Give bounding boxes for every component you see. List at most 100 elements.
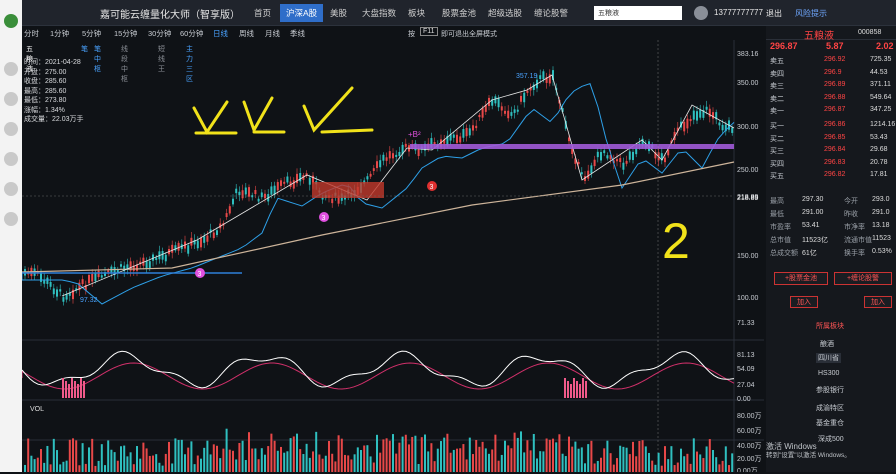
candle-body — [686, 118, 689, 129]
volume-bar — [366, 445, 369, 472]
volume-bar — [564, 456, 567, 472]
kline-chart[interactable]: 383.16 350.00 300.00 250.00 218.89 150.00 100.… — [21, 40, 764, 474]
search-input[interactable]: 五粮液 — [594, 6, 682, 20]
candle-body — [379, 160, 382, 168]
volume-bar — [251, 448, 254, 472]
windows-watermark: 激活 Windows 转到"设置"以激活 Windows。 — [766, 442, 851, 460]
period-tab[interactable]: 分时 — [24, 28, 39, 39]
period-tab[interactable]: 30分钟 — [148, 28, 171, 39]
period-tab[interactable]: 季线 — [290, 28, 305, 39]
candle-body — [513, 109, 516, 113]
period-tab[interactable]: 月线 — [265, 28, 280, 39]
candle-body — [398, 151, 401, 157]
candle-body — [721, 124, 724, 131]
orderbook-level: 卖三 — [770, 83, 784, 91]
volume-bar — [328, 440, 330, 472]
volume-bar — [558, 434, 561, 472]
volume-bar — [641, 440, 644, 472]
period-tab[interactable]: 日线 — [213, 28, 228, 39]
nav-a-shares[interactable]: 沪深A股 — [280, 4, 324, 22]
sector-item[interactable]: 参股银行 — [816, 385, 844, 395]
volume-bar — [596, 460, 599, 472]
volume-bar — [580, 447, 583, 472]
period-tab[interactable]: 60分钟 — [180, 28, 203, 39]
add-alert-label: +缠论股警 — [834, 272, 892, 285]
volume-bar — [513, 432, 516, 472]
nav-sectors[interactable]: 板块 — [408, 7, 425, 19]
indicator-segment-center[interactable]: 线段中枢 — [121, 44, 128, 84]
nav-index[interactable]: 大盘指数 — [362, 7, 396, 19]
volume-bar — [78, 465, 81, 472]
sidebar-icon[interactable] — [4, 212, 18, 226]
sidebar-icon[interactable] — [4, 122, 18, 136]
orderbook-volume: 725.35 — [870, 56, 892, 63]
signal-marker-label: 3 — [322, 215, 326, 222]
candle-body — [174, 245, 177, 251]
indicator-bi-center[interactable]: 笔中枢 — [94, 44, 101, 74]
app-logo-icon[interactable] — [4, 14, 18, 28]
sector-item[interactable]: 成渝特区 — [816, 403, 844, 413]
period-tab[interactable]: 5分钟 — [82, 28, 101, 39]
stat-label: 市盈率 — [770, 224, 791, 231]
volume-bar — [488, 453, 490, 472]
candle-body — [65, 293, 68, 300]
period-tab[interactable]: 1分钟 — [50, 28, 69, 39]
volume-bar — [190, 441, 193, 472]
volume-bar — [673, 465, 676, 472]
volume-bar — [340, 438, 343, 472]
sector-item[interactable]: 基金重仓 — [816, 418, 844, 428]
sector-item[interactable]: HS300 — [818, 370, 839, 377]
candle-body — [196, 240, 199, 249]
volume-bar — [324, 455, 327, 472]
volume-bar — [308, 457, 311, 472]
sidebar-icon[interactable] — [4, 62, 18, 76]
candle-body — [81, 279, 84, 285]
add-to-alert-button[interactable]: 加入 — [864, 296, 892, 308]
volume-bar — [430, 443, 433, 472]
volume-bar — [219, 458, 222, 472]
volume-bar — [235, 459, 238, 472]
nav-stock-pool[interactable]: 股票金池 — [442, 7, 476, 19]
nav-home[interactable]: 首页 — [254, 7, 271, 19]
volume-bar — [363, 445, 366, 472]
indicator-bi[interactable]: 笔 — [81, 44, 88, 54]
volume-bar — [452, 449, 455, 472]
sector-item[interactable]: 四川省 — [816, 353, 841, 363]
volume-bar — [587, 444, 590, 472]
candlesticks: 218.89 357.19 97.32 +B² 3 3 3 — [21, 40, 759, 472]
candle-body — [683, 121, 686, 132]
volume-bar — [552, 438, 554, 472]
nav-alerts[interactable]: 缠论股警 — [534, 7, 568, 19]
sector-item[interactable]: 酿酒 — [820, 339, 834, 349]
volume-bar — [180, 439, 183, 472]
candle-body — [49, 281, 52, 287]
orderbook-level: 卖一 — [770, 108, 784, 116]
sidebar-icon[interactable] — [4, 152, 18, 166]
risk-alert-link[interactable]: 风险提示 — [795, 8, 827, 19]
nav-us-stocks[interactable]: 美股 — [330, 7, 347, 19]
volume-bar — [177, 439, 180, 472]
add-to-pool-button[interactable]: 加入 — [790, 296, 818, 308]
period-tab[interactable]: 周线 — [239, 28, 254, 39]
volume-bar — [475, 439, 478, 472]
sidebar-icon[interactable] — [4, 92, 18, 106]
volume-bar — [315, 431, 318, 472]
period-tab[interactable]: 15分钟 — [114, 28, 137, 39]
candle-body — [100, 275, 103, 278]
volume-bar — [91, 438, 94, 472]
avatar[interactable] — [694, 6, 708, 20]
indicator-short-king[interactable]: 短线王 — [158, 44, 165, 74]
volume-bar — [459, 448, 462, 472]
candle-body — [264, 193, 266, 199]
logout-link[interactable]: 退出 — [766, 8, 782, 19]
candle-body — [500, 106, 503, 111]
nav-screener[interactable]: 超级选股 — [488, 7, 522, 19]
orderbook-level: 买三 — [770, 148, 784, 156]
sidebar-icon[interactable] — [4, 182, 18, 196]
volume-bar — [139, 458, 142, 472]
candle-body — [372, 168, 375, 171]
orderbook-level: 买五 — [770, 173, 784, 181]
volume-bar — [427, 451, 430, 472]
volume-bar — [504, 440, 506, 472]
indicator-main-zone[interactable]: 主力三区 — [186, 44, 193, 84]
